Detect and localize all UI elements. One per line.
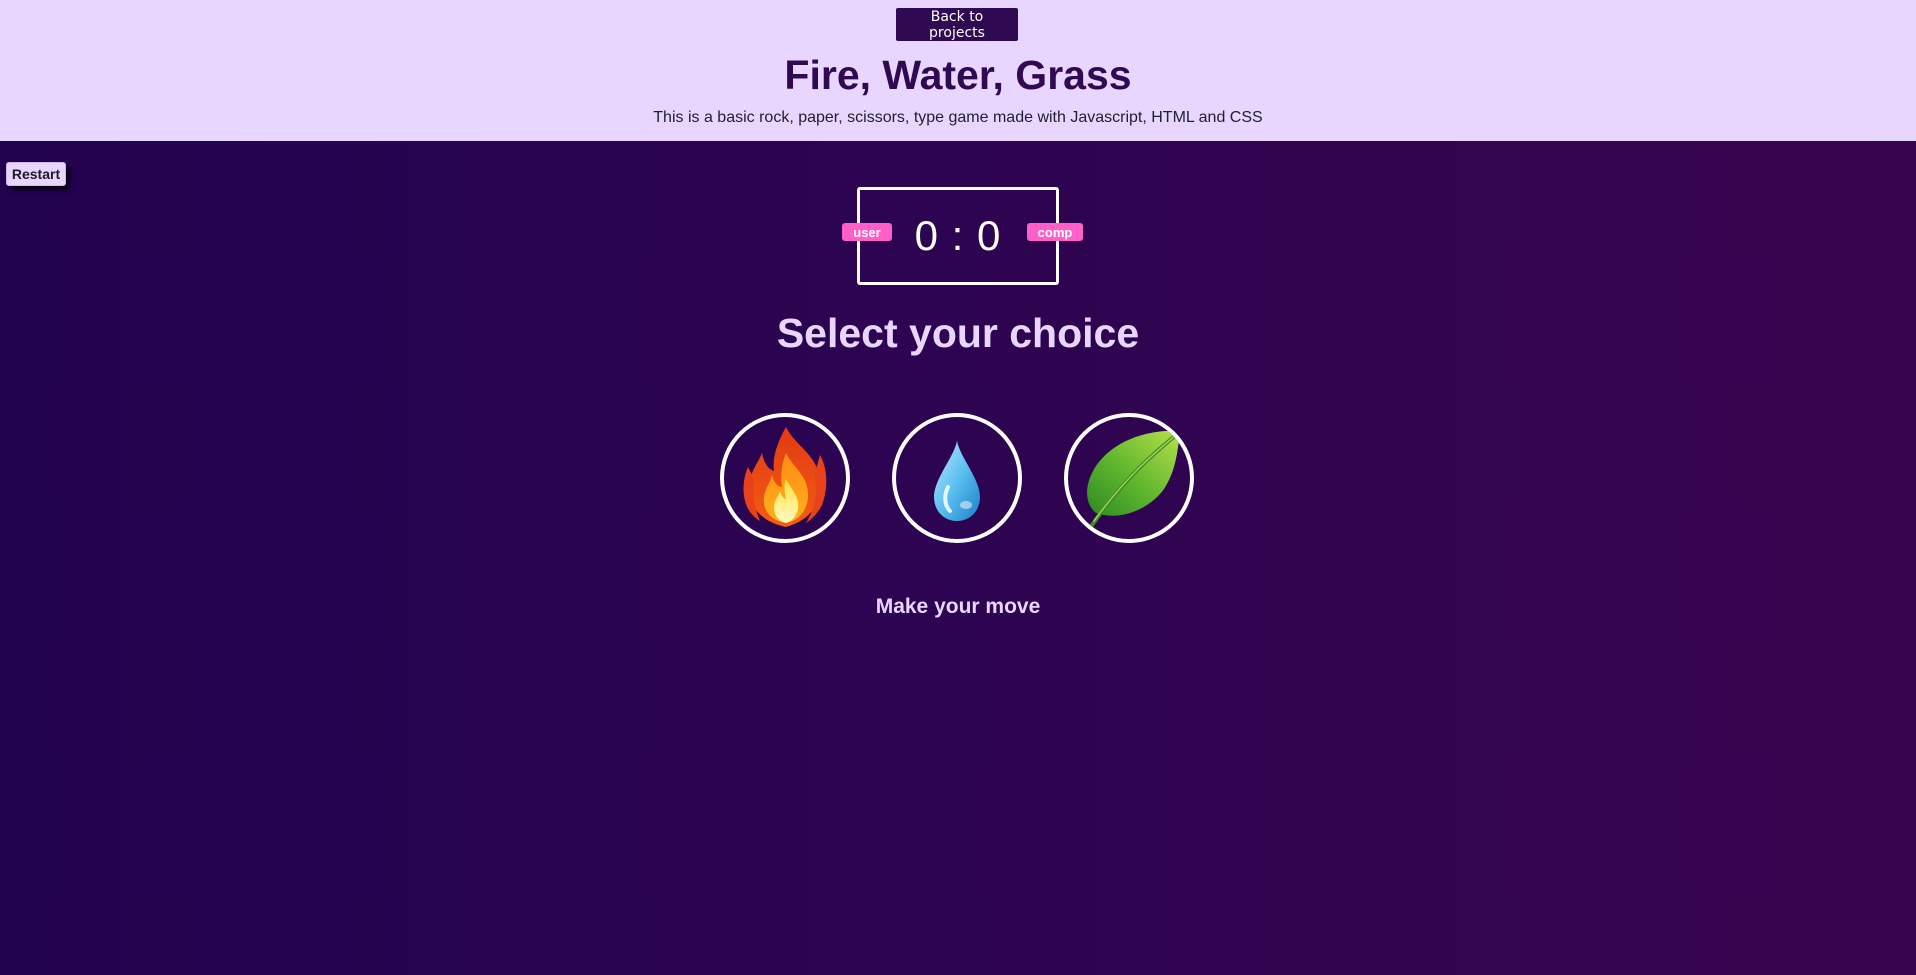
page-subtitle: This is a basic rock, paper, scissors, t…	[653, 109, 1263, 126]
select-choice-heading: Select your choice	[776, 310, 1140, 356]
scoreboard: user 0 : 0 comp	[842, 187, 1083, 285]
grass-choice-button[interactable]	[1064, 413, 1194, 543]
restart-button[interactable]: Restart	[6, 162, 66, 186]
leaf-icon	[1087, 430, 1180, 527]
fire-icon	[743, 427, 827, 527]
page-header: Back to projects Fire, Water, Grass This…	[0, 0, 1916, 141]
fire-choice-button[interactable]	[720, 413, 850, 543]
page-title: Fire, Water, Grass	[784, 52, 1132, 98]
back-to-projects-button[interactable]: Back to projects	[896, 8, 1018, 41]
water-drop-icon	[934, 441, 980, 521]
water-choice-button[interactable]	[892, 413, 1022, 543]
comp-label-badge: comp	[1027, 223, 1083, 241]
status-message: Make your move	[875, 595, 1041, 618]
